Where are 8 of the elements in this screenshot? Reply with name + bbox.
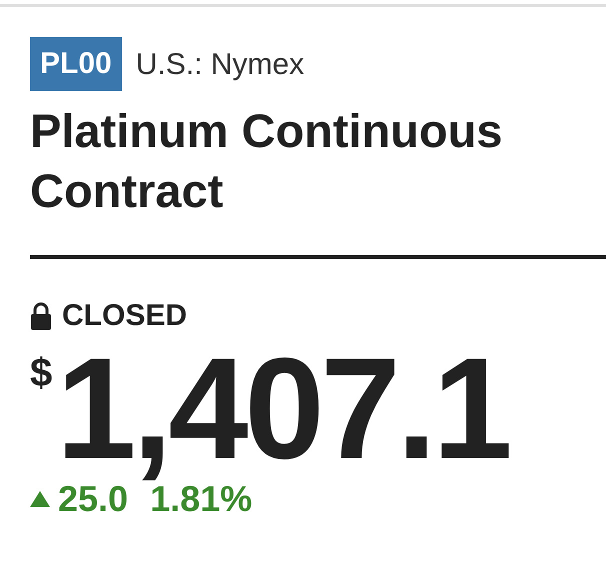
change-percent: 1.81%	[150, 479, 252, 519]
currency-symbol: $	[30, 353, 52, 393]
price-value: 1,407.1	[56, 339, 509, 479]
symbol-badge: PL00	[30, 37, 122, 91]
market-status: CLOSED	[62, 299, 188, 333]
change-amount: 25.0	[58, 479, 128, 519]
contract-title: Platinum Continuous Contract	[30, 103, 504, 219]
exchange-label: U.S.: Nymex	[136, 46, 304, 82]
